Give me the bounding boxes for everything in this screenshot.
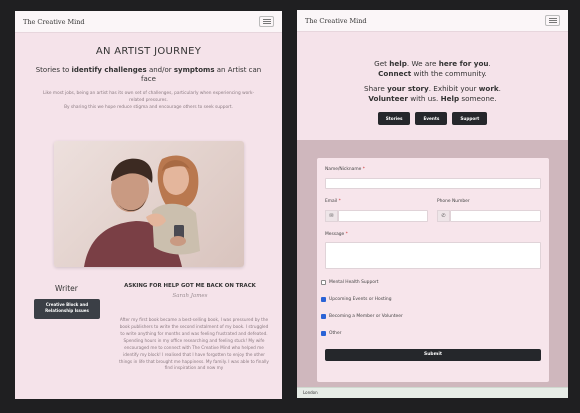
phone-icon: ✆ <box>437 210 450 222</box>
email-input[interactable] <box>338 210 428 222</box>
submit-button[interactable]: Submit <box>325 349 541 361</box>
tag-creative-block-button[interactable]: Creative Block and Relationship Issues <box>34 299 100 319</box>
checkbox-mental-health[interactable]: Mental Health Support <box>321 280 378 285</box>
page-description: Like most jobs, being an artist has its … <box>42 90 255 110</box>
writer-label: Writer <box>55 284 78 293</box>
brand-logo[interactable]: The Creative Mind <box>23 18 85 26</box>
checkbox-other[interactable]: Other <box>321 331 341 336</box>
message-textarea[interactable] <box>325 242 541 269</box>
page-subtitle: Stories to identify challenges and/or sy… <box>35 66 262 84</box>
navbar: The Creative Mind <box>15 11 282 33</box>
brand-logo[interactable]: The Creative Mind <box>305 17 367 25</box>
menu-toggle-icon[interactable] <box>545 15 560 26</box>
stories-button[interactable]: Stories <box>377 111 411 125</box>
author-signature: Sarah James <box>172 293 208 299</box>
checkbox-events[interactable]: Upcoming Events or Hosting <box>321 297 392 302</box>
map-city-label: London <box>303 390 318 395</box>
support-button[interactable]: Support <box>452 111 488 125</box>
phone-input[interactable] <box>450 210 541 222</box>
checkbox-member[interactable]: Becoming a Member or Volunteer <box>321 314 403 319</box>
envelope-icon: ✉ <box>325 210 338 222</box>
name-label: Name/Nickname * <box>325 167 365 172</box>
screenshot-stage: The Creative Mind AN ARTIST JOURNEY Stor… <box>0 0 580 413</box>
map-preview[interactable]: London <box>297 387 568 398</box>
phone-label: Phone Number <box>437 199 470 204</box>
father-daughter-photo <box>54 141 244 267</box>
contact-form: Name/Nickname * Email * ✉ Phone Number ✆… <box>317 158 549 382</box>
artist-journey-page: The Creative Mind AN ARTIST JOURNEY Stor… <box>15 11 282 399</box>
story-text: After my first book became a best-sellin… <box>119 317 269 371</box>
hero-text: Get help. We are here for you. Connect w… <box>297 32 568 125</box>
page-title: AN ARTIST JOURNEY <box>95 46 202 57</box>
story-heading: ASKING FOR HELP GOT ME BACK ON TRACK <box>124 283 256 289</box>
email-label: Email * <box>325 199 341 204</box>
menu-toggle-icon[interactable] <box>259 16 274 27</box>
events-button[interactable]: Events <box>415 111 448 125</box>
name-input[interactable] <box>325 178 541 189</box>
message-label: Message * <box>325 232 348 237</box>
navbar: The Creative Mind <box>297 10 568 32</box>
contact-page: The Creative Mind Get help. We are here … <box>297 10 568 398</box>
